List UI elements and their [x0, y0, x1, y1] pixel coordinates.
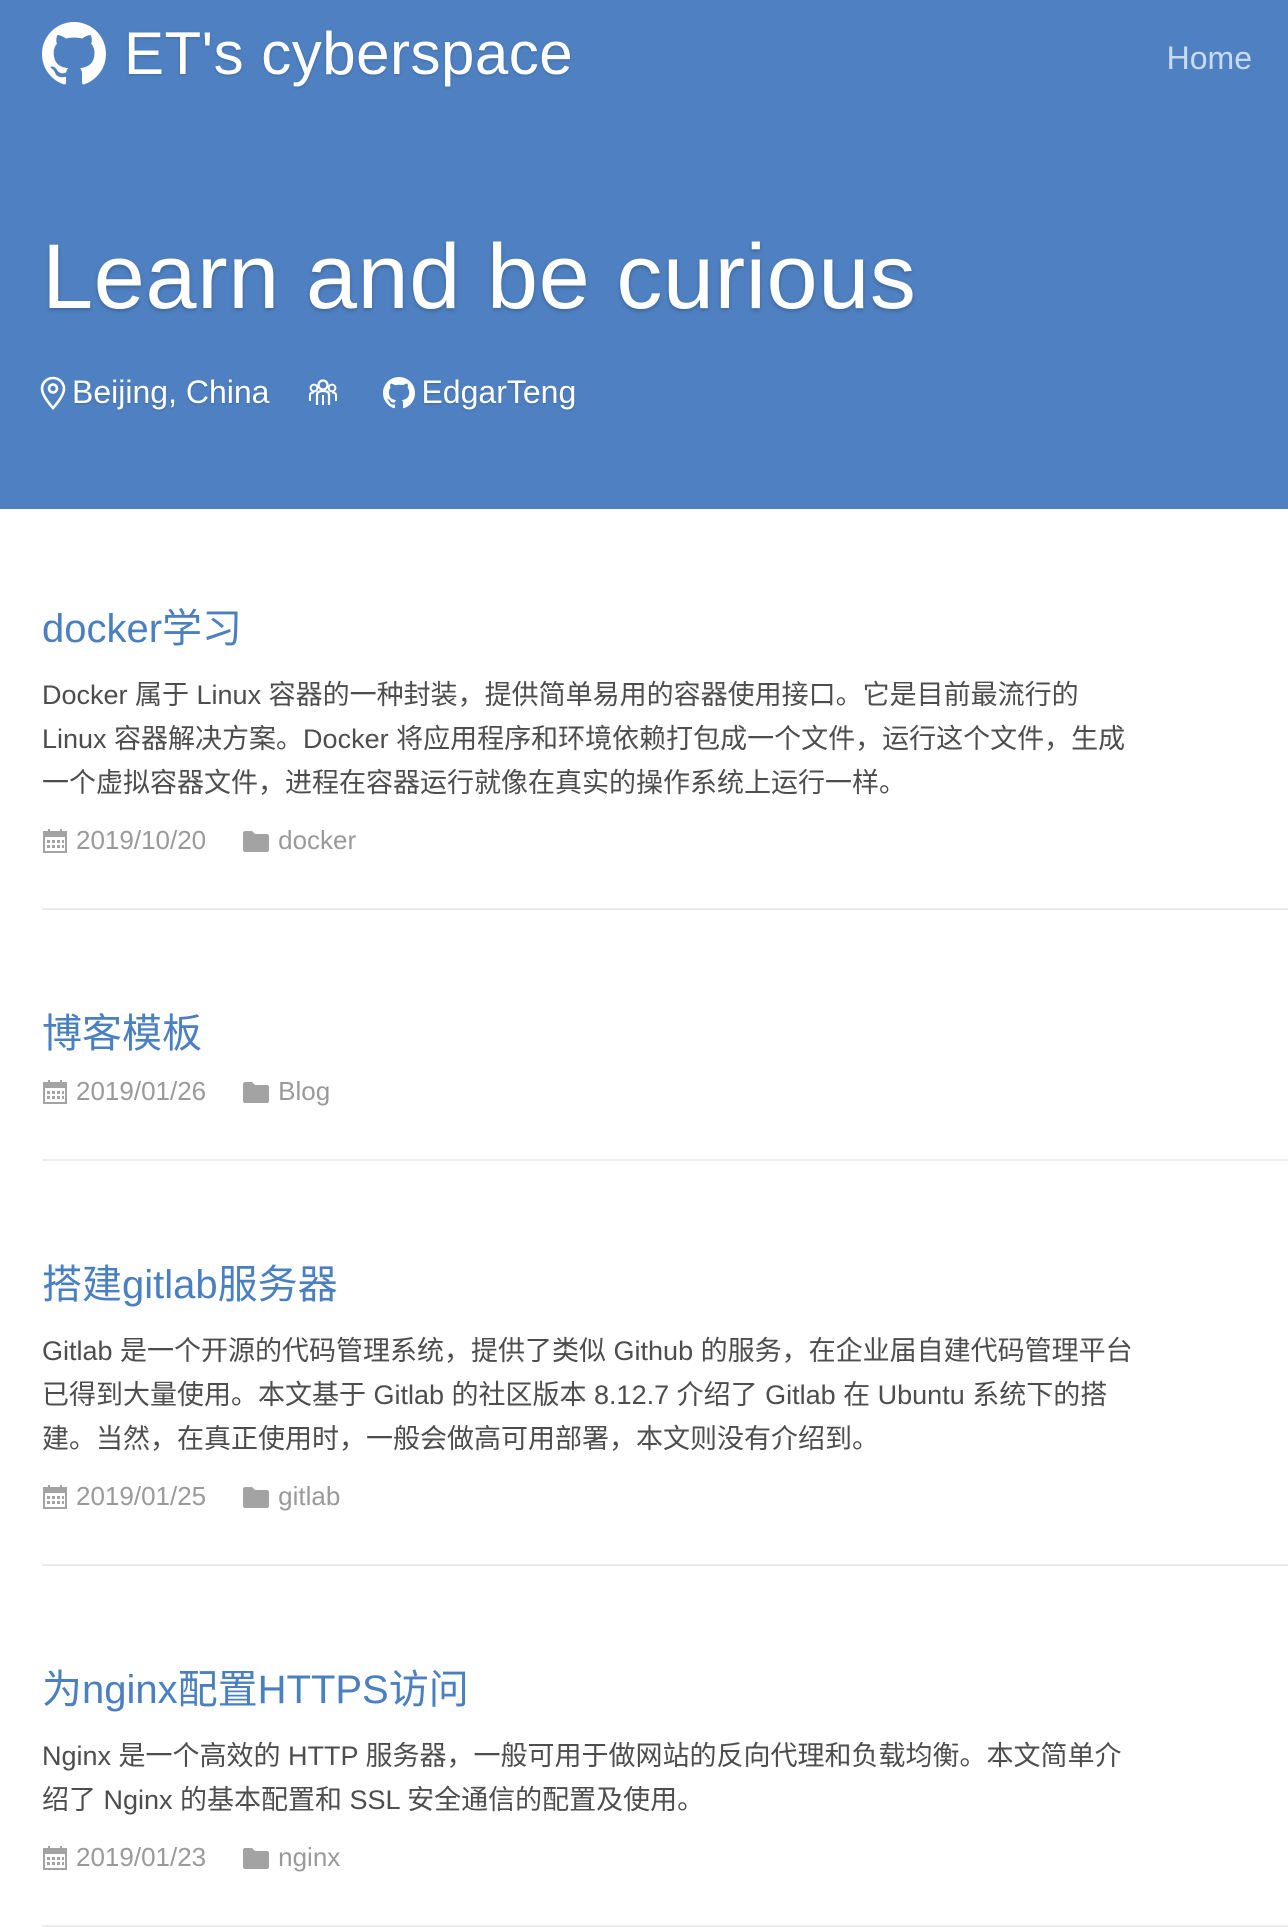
- post-meta: 2019/01/26 Blog: [42, 1076, 1288, 1107]
- post-list: docker学习 Docker 属于 Linux 容器的一种封装，提供简单易用的…: [42, 509, 1288, 1927]
- post-title-link[interactable]: 为nginx配置HTTPS访问: [42, 1666, 469, 1714]
- post-date: 2019/01/26: [42, 1076, 206, 1107]
- post-title-link[interactable]: 搭建gitlab服务器: [42, 1261, 338, 1309]
- post-excerpt: Gitlab 是一个开源的代码管理系统，提供了类似 Github 的服务，在企业…: [42, 1336, 1133, 1454]
- folder-icon: [243, 1847, 270, 1869]
- site-header: ET's cyberspace Home Learn and be curiou…: [0, 0, 1288, 509]
- post-category-text: Blog: [278, 1076, 331, 1106]
- post-meta: 2019/01/25 gitlab: [42, 1481, 1288, 1512]
- page-tagline: Learn and be curious: [42, 226, 917, 328]
- post-item: 搭建gitlab服务器 Gitlab 是一个开源的代码管理系统，提供了类似 Gi…: [42, 1161, 1288, 1566]
- site-title: ET's cyberspace: [124, 20, 574, 87]
- post-category-text: nginx: [278, 1842, 341, 1872]
- site-brand-link[interactable]: ET's cyberspace: [42, 18, 573, 90]
- team-icon: [309, 378, 338, 405]
- post-date-text: 2019/01/23: [76, 1842, 207, 1872]
- post-category-text: docker: [278, 825, 357, 855]
- github-profile-link[interactable]: EdgarTeng: [383, 374, 576, 411]
- post-meta: 2019/01/23 nginx: [42, 1842, 1288, 1873]
- post-category-link[interactable]: nginx: [242, 1842, 340, 1873]
- post-item: 博客模板 2019/01/26 Blog: [42, 910, 1288, 1161]
- post-date-text: 2019/10/20: [76, 825, 207, 855]
- post-category-text: gitlab: [278, 1481, 341, 1511]
- folder-icon: [243, 1081, 270, 1103]
- map-marker-icon: [40, 376, 66, 410]
- post-title-link[interactable]: 博客模板: [42, 1010, 202, 1058]
- calendar-icon: [43, 1845, 67, 1870]
- post-date: 2019/01/23: [42, 1842, 206, 1873]
- post-date-text: 2019/01/25: [76, 1481, 207, 1511]
- location-text: Beijing, China: [72, 374, 270, 410]
- calendar-icon: [43, 1484, 67, 1509]
- post-item: docker学习 Docker 属于 Linux 容器的一种封装，提供简单易用的…: [42, 509, 1288, 910]
- post-date: 2019/10/20: [42, 825, 206, 856]
- github-icon: [42, 22, 106, 85]
- team-link[interactable]: [307, 377, 345, 409]
- post-category-link[interactable]: docker: [242, 825, 356, 856]
- post-excerpt: Docker 属于 Linux 容器的一种封装，提供简单易用的容器使用接口。它是…: [42, 680, 1126, 798]
- nav-home-link[interactable]: Home: [1167, 40, 1252, 77]
- calendar-icon: [43, 828, 67, 853]
- post-date: 2019/01/25: [42, 1481, 206, 1512]
- calendar-icon: [43, 1079, 67, 1104]
- post-excerpt: Nginx 是一个高效的 HTTP 服务器，一般可用于做网站的反向代理和负载均衡…: [42, 1741, 1122, 1815]
- profile-meta: Beijing, China EdgarTeng: [40, 374, 614, 411]
- post-category-link[interactable]: Blog: [242, 1076, 330, 1107]
- post-item: 为nginx配置HTTPS访问 Nginx 是一个高效的 HTTP 服务器，一般…: [42, 1566, 1288, 1927]
- folder-icon: [243, 830, 270, 852]
- post-title-link[interactable]: docker学习: [42, 605, 242, 653]
- post-category-link[interactable]: gitlab: [242, 1481, 340, 1512]
- github-username: EdgarTeng: [421, 374, 577, 410]
- github-icon: [383, 376, 416, 408]
- location: Beijing, China: [40, 374, 269, 411]
- post-date-text: 2019/01/26: [76, 1076, 207, 1106]
- post-meta: 2019/10/20 docker: [42, 825, 1288, 856]
- folder-icon: [243, 1486, 270, 1508]
